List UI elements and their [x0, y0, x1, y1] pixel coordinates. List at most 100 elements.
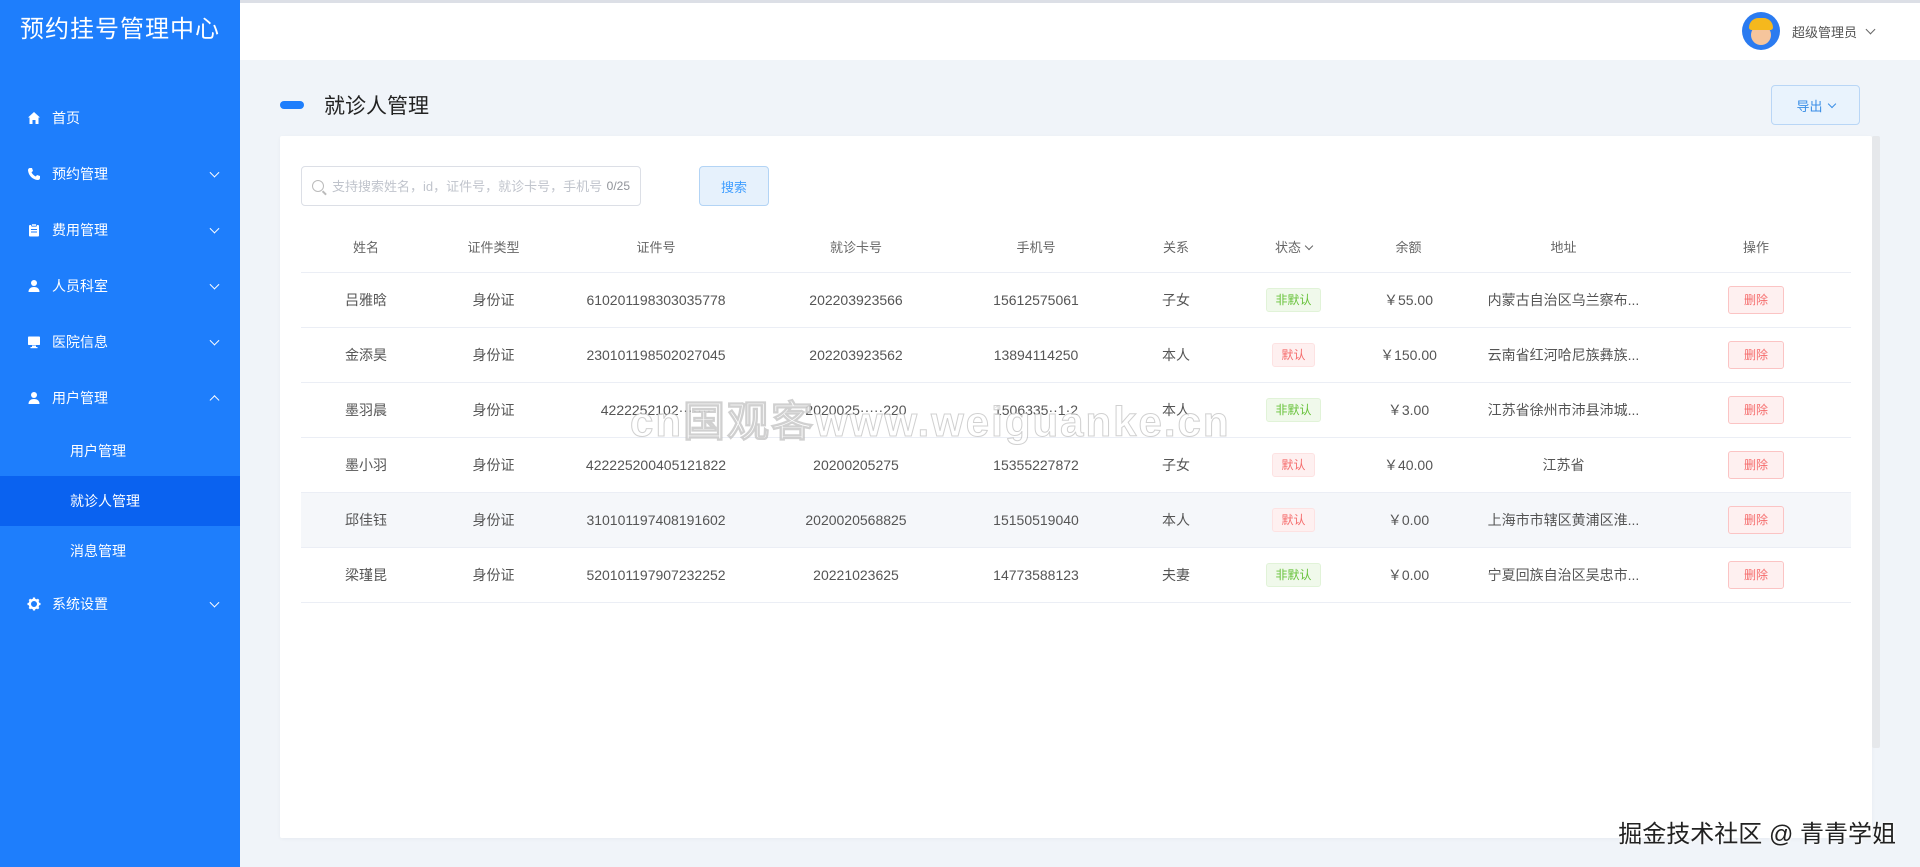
cell-phone: 1506335··1·2: [956, 382, 1116, 438]
cell-status: 默认: [1236, 437, 1351, 493]
chevron-down-icon: [1304, 242, 1314, 251]
status-badge: 非默认: [1266, 287, 1321, 312]
table-header-row: 姓名 证件类型 证件号 就诊卡号 手机号 关系 状态 余额 地址 操作: [301, 222, 1851, 273]
delete-button[interactable]: 删除: [1728, 560, 1784, 589]
submenu-item-patient-management[interactable]: 就诊人管理: [0, 476, 240, 526]
cell-actions: 删除: [1661, 382, 1851, 438]
cell-name: 金添昊: [301, 327, 431, 383]
cell-id-no: 610201198303035778: [556, 272, 756, 328]
cell-address: 江苏省: [1466, 437, 1661, 493]
search-button[interactable]: 搜索: [699, 166, 769, 206]
monitor-icon: [26, 334, 42, 350]
sidebar-item-hospital[interactable]: 医院信息: [0, 314, 240, 370]
sidebar-item-staff[interactable]: 人员科室: [0, 258, 240, 314]
sidebar-item-appointment[interactable]: 预约管理: [0, 146, 240, 202]
cell-name: 吕雅晗: [301, 272, 431, 328]
gear-icon: [26, 596, 42, 612]
phone-icon: [26, 166, 42, 182]
cell-phone: 14773588123: [956, 547, 1116, 603]
cell-balance: ￥40.00: [1351, 437, 1466, 493]
cell-relation: 子女: [1116, 437, 1236, 493]
cell-card-no: 202203923562: [756, 327, 956, 383]
chevron-down-icon: [209, 223, 220, 234]
cell-id-no: 4222252102·······: [556, 382, 756, 438]
cell-name: 墨羽晨: [301, 382, 431, 438]
column-header: 关系: [1116, 222, 1236, 273]
cell-relation: 子女: [1116, 272, 1236, 328]
cell-name: 梁瑾昆: [301, 547, 431, 603]
cell-card-no: 202203923566: [756, 272, 956, 328]
sidebar-item-label: 系统设置: [52, 596, 108, 612]
cell-phone: 15150519040: [956, 492, 1116, 548]
delete-button[interactable]: 删除: [1728, 395, 1784, 424]
column-header: 就诊卡号: [756, 222, 956, 273]
cell-balance: ￥0.00: [1351, 492, 1466, 548]
table-row: 墨小羽 身份证 422225200405121822 20200205275 1…: [301, 437, 1851, 493]
cell-id-type: 身份证: [431, 382, 556, 438]
cell-id-no: 230101198502027045: [556, 327, 756, 383]
sidebar-item-label: 费用管理: [52, 222, 108, 238]
cell-id-no: 422225200405121822: [556, 437, 756, 493]
cell-id-type: 身份证: [431, 547, 556, 603]
person-icon: [26, 278, 42, 294]
home-icon: [26, 110, 42, 126]
column-header: 证件类型: [431, 222, 556, 273]
cell-relation: 本人: [1116, 327, 1236, 383]
cell-actions: 删除: [1661, 547, 1851, 603]
export-button[interactable]: 导出: [1771, 85, 1860, 125]
sidebar-item-label: 首页: [52, 110, 80, 126]
cell-relation: 本人: [1116, 382, 1236, 438]
table-row: 墨羽晨 身份证 4222252102······· 2020025·····22…: [301, 382, 1851, 438]
sidebar-item-settings[interactable]: 系统设置: [0, 576, 240, 632]
status-badge: 默认: [1272, 507, 1315, 532]
cell-relation: 本人: [1116, 492, 1236, 548]
delete-button[interactable]: 删除: [1728, 340, 1784, 369]
cell-card-no: 20221023625: [756, 547, 956, 603]
cell-status: 非默认: [1236, 382, 1351, 438]
users-submenu: 用户管理 就诊人管理 消息管理: [0, 426, 240, 576]
cell-balance: ￥150.00: [1351, 327, 1466, 383]
cell-address: 上海市市辖区黄浦区淮...: [1466, 492, 1661, 548]
delete-button[interactable]: 删除: [1728, 450, 1784, 479]
search-input[interactable]: [332, 178, 603, 194]
table-row: 金添昊 身份证 230101198502027045 202203923562 …: [301, 327, 1851, 383]
chevron-down-icon: [209, 167, 220, 178]
cell-status: 非默认: [1236, 547, 1351, 603]
column-header-status-filter[interactable]: 状态: [1236, 222, 1351, 273]
search-field[interactable]: 0/25: [301, 166, 641, 206]
chevron-down-icon: [1827, 99, 1836, 108]
sidebar-item-label: 人员科室: [52, 278, 108, 294]
user-icon: [26, 390, 42, 406]
user-menu[interactable]: 超级管理员: [1741, 12, 1876, 50]
submenu-item-message-management[interactable]: 消息管理: [0, 526, 240, 576]
cell-status: 默认: [1236, 492, 1351, 548]
cell-actions: 删除: [1661, 492, 1851, 548]
title-accent-bar: [280, 101, 304, 109]
export-button-label: 导出: [1796, 98, 1823, 114]
delete-button[interactable]: 删除: [1728, 505, 1784, 534]
cell-status: 默认: [1236, 327, 1351, 383]
sidebar-item-users[interactable]: 用户管理: [0, 370, 240, 426]
submenu-item-user-management[interactable]: 用户管理: [0, 426, 240, 476]
cell-id-type: 身份证: [431, 437, 556, 493]
sidebar-item-home[interactable]: 首页: [0, 90, 240, 146]
cell-phone: 15355227872: [956, 437, 1116, 493]
cell-actions: 删除: [1661, 272, 1851, 328]
vertical-scrollbar[interactable]: [1872, 136, 1880, 748]
status-badge: 非默认: [1266, 397, 1321, 422]
top-header: 超级管理员: [240, 0, 1920, 60]
column-header: 姓名: [301, 222, 431, 273]
cell-balance: ￥55.00: [1351, 272, 1466, 328]
sidebar: 预约挂号管理中心 首页 预约管理 费用管理 人员科室 医院信息 用户管理 用户管…: [0, 0, 240, 867]
sidebar-item-fees[interactable]: 费用管理: [0, 202, 240, 258]
cell-status: 非默认: [1236, 272, 1351, 328]
sidebar-item-label: 医院信息: [52, 334, 108, 350]
cell-balance: ￥0.00: [1351, 547, 1466, 603]
cell-relation: 夫妻: [1116, 547, 1236, 603]
cell-card-no: 2020020568825: [756, 492, 956, 548]
delete-button[interactable]: 删除: [1728, 285, 1784, 314]
avatar: [1741, 12, 1780, 50]
column-header: 地址: [1466, 222, 1661, 273]
cell-phone: 13894114250: [956, 327, 1116, 383]
cell-actions: 删除: [1661, 327, 1851, 383]
